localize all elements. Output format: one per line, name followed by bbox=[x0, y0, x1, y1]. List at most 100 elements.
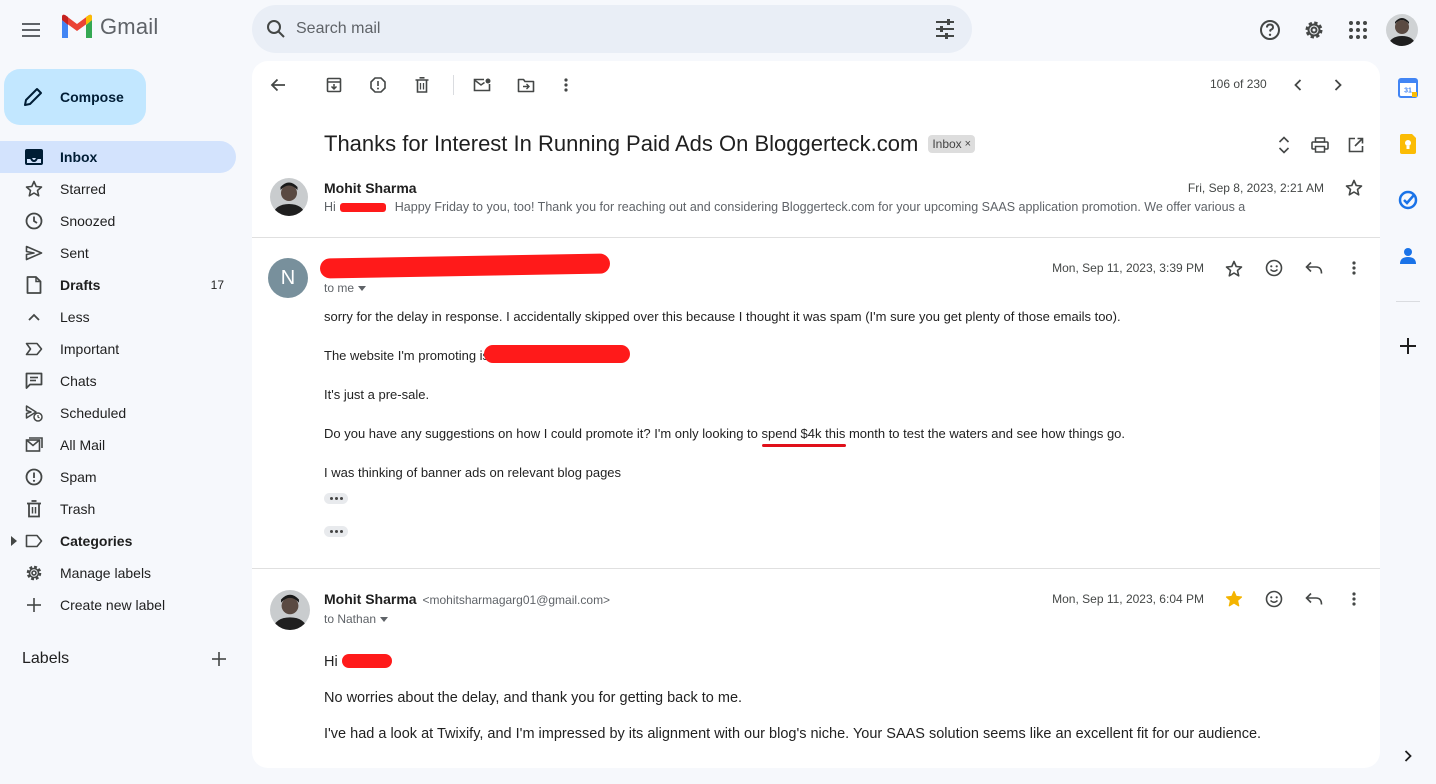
gmail-logo[interactable]: Gmail bbox=[60, 14, 158, 40]
drafts-count: 17 bbox=[210, 278, 224, 292]
svg-text:31: 31 bbox=[1404, 88, 1412, 95]
sidebar-item-create-label[interactable]: Create new label bbox=[0, 589, 236, 621]
sender-name: Mohit Sharma bbox=[324, 591, 417, 607]
delete-button[interactable] bbox=[402, 65, 442, 105]
settings-button[interactable] bbox=[1294, 10, 1334, 50]
add-label-icon[interactable] bbox=[212, 652, 226, 666]
sidebar-item-inbox[interactable]: Inbox bbox=[0, 141, 236, 173]
search-icon[interactable] bbox=[264, 17, 288, 41]
contacts-app-button[interactable] bbox=[1392, 240, 1424, 272]
newer-button[interactable] bbox=[1278, 65, 1318, 105]
tasks-app-button[interactable] bbox=[1392, 184, 1424, 216]
mark-unread-button[interactable] bbox=[462, 65, 502, 105]
mark-unread-icon bbox=[473, 78, 491, 92]
recipient-line[interactable]: to Nathan bbox=[324, 612, 389, 626]
gmail-wordmark: Gmail bbox=[100, 14, 159, 39]
message-date: Mon, Sep 11, 2023, 3:39 PM bbox=[1052, 261, 1204, 275]
sidebar-item-label: Drafts bbox=[60, 277, 101, 293]
sidebar-item-all-mail[interactable]: All Mail bbox=[0, 429, 236, 461]
star-button[interactable] bbox=[1218, 253, 1250, 285]
star-outline-icon bbox=[1225, 260, 1243, 277]
get-addons-button[interactable] bbox=[1392, 330, 1424, 362]
reply-button[interactable] bbox=[1298, 252, 1330, 284]
more-vert-icon bbox=[1352, 261, 1356, 275]
clock-icon bbox=[24, 211, 44, 231]
move-to-button[interactable] bbox=[506, 65, 546, 105]
expand-caret-icon[interactable] bbox=[11, 536, 17, 546]
archive-button[interactable] bbox=[314, 65, 354, 105]
remove-label-icon[interactable]: × bbox=[965, 138, 971, 150]
sidebar-item-label: Sent bbox=[60, 245, 89, 261]
report-icon bbox=[370, 77, 386, 93]
emoji-icon bbox=[1265, 590, 1283, 608]
trash-icon bbox=[415, 77, 429, 93]
apps-button[interactable] bbox=[1338, 10, 1378, 50]
account-button[interactable] bbox=[1382, 10, 1422, 50]
recipient-line[interactable]: to me bbox=[324, 281, 367, 295]
caret-down-icon[interactable] bbox=[358, 285, 367, 291]
open-new-window-button[interactable] bbox=[1338, 127, 1374, 163]
more-vert-icon bbox=[1352, 592, 1356, 606]
avatar-photo-icon bbox=[1386, 14, 1418, 46]
star-button[interactable] bbox=[1338, 172, 1370, 204]
plus-icon bbox=[24, 595, 44, 615]
redaction-mark bbox=[340, 203, 386, 212]
back-button[interactable] bbox=[258, 65, 298, 105]
show-quoted-text-button[interactable] bbox=[324, 526, 348, 537]
reply-button[interactable] bbox=[1298, 583, 1330, 615]
main-menu-button[interactable] bbox=[14, 12, 50, 48]
sidebar-item-scheduled[interactable]: Scheduled bbox=[0, 397, 236, 429]
older-button[interactable] bbox=[1318, 65, 1358, 105]
react-button[interactable] bbox=[1258, 583, 1290, 615]
show-side-panel-button[interactable] bbox=[1392, 740, 1424, 772]
all-mail-icon bbox=[24, 435, 44, 455]
redaction-mark bbox=[319, 253, 611, 279]
sidebar-item-starred[interactable]: Starred bbox=[0, 173, 236, 205]
caret-down-icon[interactable] bbox=[380, 616, 389, 622]
sidebar-item-important[interactable]: Important bbox=[0, 333, 236, 365]
message-more-button[interactable] bbox=[1338, 252, 1370, 284]
labels-section-header: Labels bbox=[22, 647, 236, 671]
expand-all-button[interactable] bbox=[1266, 127, 1302, 163]
sidebar-item-less[interactable]: Less bbox=[0, 301, 236, 333]
inbox-label-chip[interactable]: Inbox × bbox=[928, 135, 976, 153]
compose-label: Compose bbox=[60, 89, 124, 105]
sidebar-item-trash[interactable]: Trash bbox=[0, 493, 236, 525]
search-bar[interactable] bbox=[252, 5, 972, 53]
react-button[interactable] bbox=[1258, 252, 1290, 284]
message-toolbar: 106 of 230 bbox=[252, 61, 1380, 109]
star-button[interactable] bbox=[1218, 583, 1250, 615]
message-more-button[interactable] bbox=[1338, 583, 1370, 615]
sidebar-item-label: Inbox bbox=[60, 149, 98, 165]
search-options-icon[interactable] bbox=[934, 18, 956, 40]
sidebar-item-manage-labels[interactable]: Manage labels bbox=[0, 557, 236, 589]
avatar-photo-icon bbox=[270, 178, 308, 216]
sidebar-item-categories[interactable]: Categories bbox=[0, 525, 236, 557]
star-filled-icon bbox=[1225, 590, 1243, 607]
more-actions-button[interactable] bbox=[546, 65, 586, 105]
keep-app-button[interactable] bbox=[1392, 128, 1424, 160]
sender-avatar bbox=[270, 590, 310, 630]
search-input[interactable] bbox=[296, 17, 896, 41]
emoji-icon bbox=[1265, 259, 1283, 277]
message-date: Mon, Sep 11, 2023, 6:04 PM bbox=[1052, 592, 1204, 606]
thread-subject-row: Thanks for Interest In Running Paid Ads … bbox=[324, 131, 976, 157]
sidebar-item-chats[interactable]: Chats bbox=[0, 365, 236, 397]
sidebar-item-sent[interactable]: Sent bbox=[0, 237, 236, 269]
show-trimmed-content-button[interactable] bbox=[324, 493, 348, 504]
sidebar-item-drafts[interactable]: Drafts 17 bbox=[0, 269, 236, 301]
report-spam-button[interactable] bbox=[358, 65, 398, 105]
redaction-mark bbox=[342, 654, 392, 668]
support-button[interactable] bbox=[1250, 10, 1290, 50]
reply-icon bbox=[1305, 592, 1323, 605]
calendar-app-button[interactable]: 31 bbox=[1392, 72, 1424, 104]
sidebar-item-spam[interactable]: Spam bbox=[0, 461, 236, 493]
draft-icon bbox=[24, 275, 44, 295]
compose-button[interactable]: Compose bbox=[4, 69, 146, 125]
chat-icon bbox=[24, 371, 44, 391]
trash-icon bbox=[24, 499, 44, 519]
help-icon bbox=[1260, 20, 1280, 40]
message-body-line: Hi bbox=[324, 654, 338, 670]
print-button[interactable] bbox=[1302, 127, 1338, 163]
sidebar-item-snoozed[interactable]: Snoozed bbox=[0, 205, 236, 237]
